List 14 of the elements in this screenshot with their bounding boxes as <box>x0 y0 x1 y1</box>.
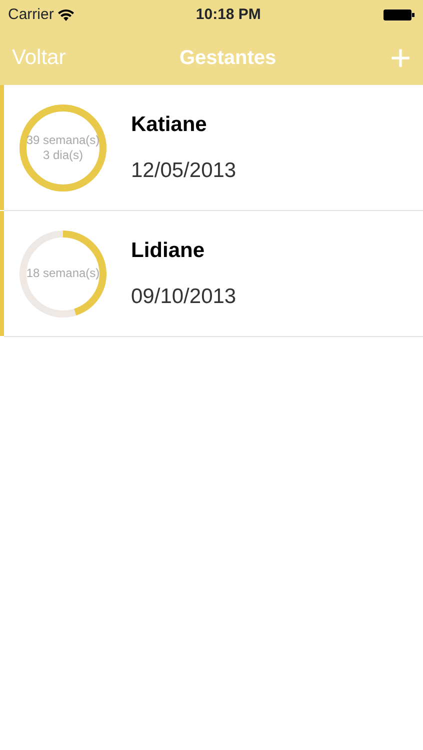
patient-name: Lidiane <box>131 238 206 264</box>
gestation-text: 3 dia(s) <box>42 148 83 162</box>
carrier-label: Carrier <box>8 4 54 25</box>
screen-title: Gestantes <box>179 46 276 70</box>
patient-name: Katiane <box>131 112 208 138</box>
clock-time: 10:18 PM <box>196 4 261 25</box>
gestation-text: 18 semana(s) <box>26 266 100 281</box>
battery-icon <box>382 9 415 21</box>
patient-row[interactable]: 39 semana(s) 3 dia(s) Katiane 12/05/2013 <box>4 85 423 211</box>
due-date: 09/10/2013 <box>131 284 236 310</box>
gestation-text: 39 semana(s) <box>26 133 100 148</box>
wifi-icon <box>58 9 74 21</box>
patient-row[interactable]: 18 semana(s) Lidiane 09/10/2013 <box>4 211 423 337</box>
due-date: 12/05/2013 <box>131 158 236 184</box>
